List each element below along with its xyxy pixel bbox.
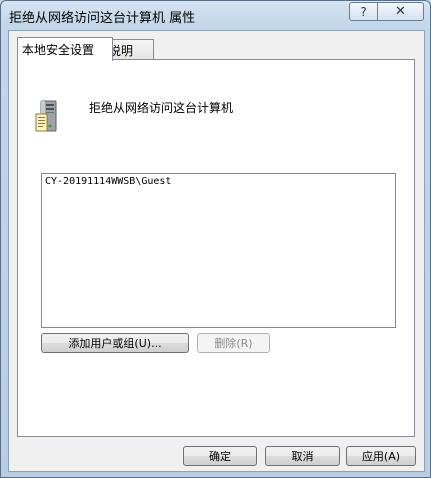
dialog-client-area: 本地安全设置 说明 拒绝从网络访问这台计算机 CY-20191114WWSB\G… [8, 30, 425, 472]
properties-dialog: 拒绝从网络访问这台计算机 属性 ? ✕ 本地安全设置 说明 拒绝从网络访问这台计… [0, 0, 431, 478]
tab-label: 本地安全设置 [22, 43, 95, 57]
tab-local-security-setting[interactable]: 本地安全设置 [17, 37, 113, 61]
close-button[interactable]: ✕ [377, 2, 424, 21]
title-bar[interactable]: 拒绝从网络访问这台计算机 属性 ? ✕ [1, 1, 430, 29]
remove-button[interactable]: 删除(R) [197, 333, 270, 353]
add-user-or-group-button[interactable]: 添加用户或组(U)... [41, 333, 189, 353]
help-button[interactable]: ? [349, 2, 378, 21]
accounts-list[interactable]: CY-20191114WWSB\Guest [41, 173, 396, 328]
tab-panel: 拒绝从网络访问这台计算机 CY-20191114WWSB\Guest 添加用户或… [17, 59, 415, 437]
help-icon: ? [360, 4, 367, 19]
cancel-button[interactable]: 取消 [265, 446, 340, 466]
list-item[interactable]: CY-20191114WWSB\Guest [45, 176, 171, 187]
close-icon: ✕ [395, 4, 406, 19]
window-title: 拒绝从网络访问这台计算机 属性 [9, 11, 196, 26]
computer-icon [35, 100, 57, 132]
ok-button[interactable]: 确定 [183, 446, 257, 466]
apply-button[interactable]: 应用(A) [346, 446, 416, 466]
policy-name: 拒绝从网络访问这台计算机 [89, 101, 234, 115]
